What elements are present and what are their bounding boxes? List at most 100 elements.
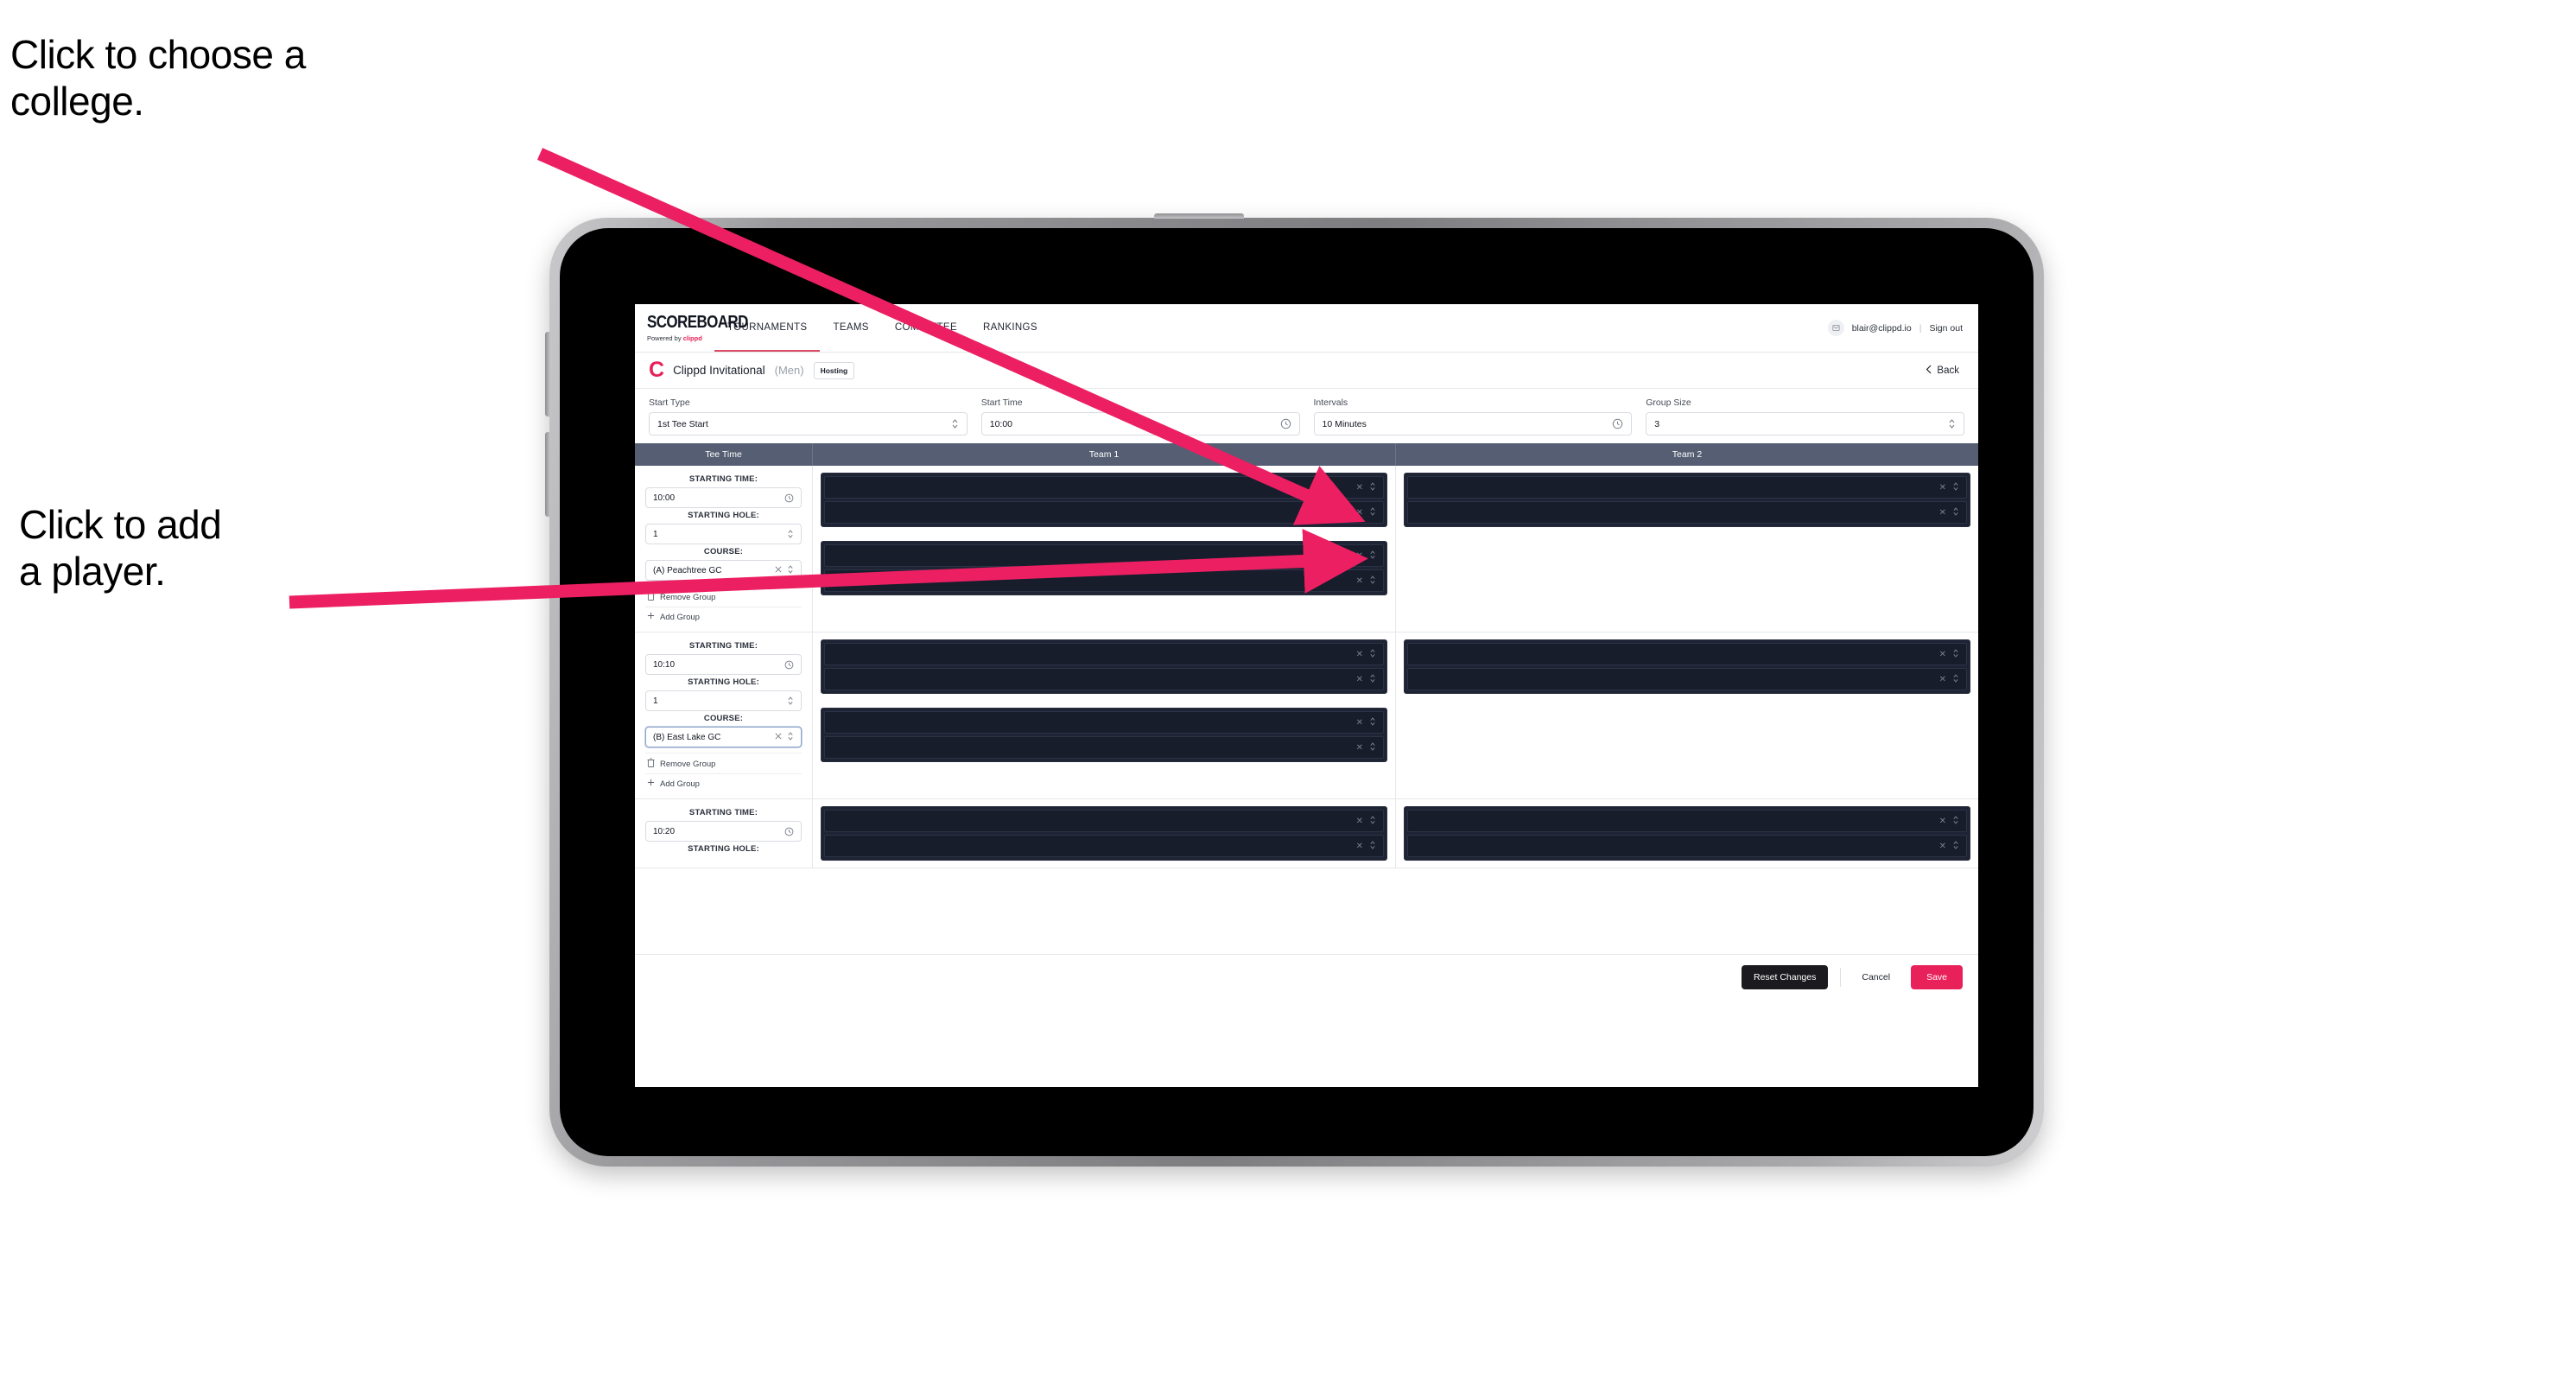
group-size-stepper[interactable]: 3 xyxy=(1646,412,1964,436)
player-select-slot[interactable]: ✕ xyxy=(824,544,1384,567)
close-icon[interactable]: ✕ xyxy=(1356,718,1363,728)
close-icon[interactable]: ✕ xyxy=(1356,743,1363,753)
chevron-updown-icon[interactable] xyxy=(1369,648,1376,661)
annotation-choose-college: Click to choose a college. xyxy=(10,32,306,124)
start-type-select[interactable]: 1st Tee Start xyxy=(649,412,968,436)
chevron-updown-icon[interactable] xyxy=(1369,550,1376,563)
course-select[interactable]: (A) Peachtree GC xyxy=(645,560,802,581)
cancel-button[interactable]: Cancel xyxy=(1853,965,1899,989)
chevron-updown-icon xyxy=(787,564,794,577)
clock-icon xyxy=(784,493,794,503)
player-select-slot[interactable]: ✕ xyxy=(1407,501,1967,524)
add-group-button[interactable]: Add Group xyxy=(645,773,802,792)
control-intervals: Intervals 10 Minutes xyxy=(1313,397,1633,436)
close-icon[interactable]: ✕ xyxy=(1356,842,1363,851)
chevron-updown-icon[interactable] xyxy=(1952,481,1959,494)
player-select-slot[interactable]: ✕ xyxy=(824,835,1384,857)
starting-hole-label: STARTING HOLE: xyxy=(688,511,759,520)
close-icon[interactable]: ✕ xyxy=(1939,842,1946,851)
volume-up-button[interactable] xyxy=(545,332,550,416)
chevron-updown-icon[interactable] xyxy=(1369,673,1376,686)
player-select-slot[interactable]: ✕ xyxy=(824,736,1384,759)
tee-time-cell: STARTING TIME: 10:00 STARTING HOLE: 1 CO… xyxy=(635,466,813,632)
course-select[interactable]: (B) East Lake GC xyxy=(645,727,802,747)
close-icon[interactable]: ✕ xyxy=(1356,576,1363,586)
close-icon[interactable]: ✕ xyxy=(1939,650,1946,659)
nav-tab-committee[interactable]: COMMITTEE xyxy=(882,304,970,352)
player-select-slot[interactable]: ✕ xyxy=(824,711,1384,734)
player-select-slot[interactable]: ✕ xyxy=(824,569,1384,592)
chevron-updown-icon[interactable] xyxy=(1369,840,1376,853)
save-button[interactable]: Save xyxy=(1911,964,1963,989)
close-icon[interactable]: ✕ xyxy=(1356,817,1363,826)
chevron-updown-icon[interactable] xyxy=(1369,741,1376,754)
player-select-slot[interactable]: ✕ xyxy=(1407,668,1967,690)
player-select-slot[interactable]: ✕ xyxy=(1407,835,1967,857)
chevron-updown-icon[interactable] xyxy=(1369,506,1376,519)
tee-sheet-header: Tee Time Team 1 Team 2 xyxy=(635,443,1978,466)
starting-time-input[interactable]: 10:10 xyxy=(645,654,802,675)
close-icon[interactable]: ✕ xyxy=(1356,551,1363,561)
remove-group-button[interactable]: Remove Group xyxy=(645,586,802,607)
chevron-updown-icon[interactable] xyxy=(1369,481,1376,494)
starting-time-value: 10:00 xyxy=(653,493,676,503)
brand-logo[interactable]: SCOREBOARD Powered by clippd xyxy=(635,304,748,352)
tee-sheet-body[interactable]: STARTING TIME: 10:00 STARTING HOLE: 1 CO… xyxy=(635,466,1978,954)
chevron-updown-icon[interactable] xyxy=(1952,506,1959,519)
close-icon[interactable]: ✕ xyxy=(1356,508,1363,518)
nav-tab-rankings[interactable]: RANKINGS xyxy=(970,304,1050,352)
player-select-slot[interactable]: ✕ xyxy=(824,810,1384,832)
back-button[interactable]: Back xyxy=(1926,365,1964,377)
close-icon[interactable]: ✕ xyxy=(1939,675,1946,684)
chevron-updown-icon[interactable] xyxy=(1952,648,1959,661)
player-select-slot[interactable]: ✕ xyxy=(1407,810,1967,832)
player-select-slot[interactable]: ✕ xyxy=(1407,476,1967,499)
clock-icon xyxy=(784,660,794,670)
brand-wordmark: SCOREBOARD xyxy=(647,311,748,332)
close-icon[interactable]: ✕ xyxy=(1356,675,1363,684)
reset-changes-button[interactable]: Reset Changes xyxy=(1741,964,1829,989)
brand-tagline: Powered by clippd xyxy=(647,334,714,342)
player-select-slot[interactable]: ✕ xyxy=(824,501,1384,524)
close-icon[interactable]: ✕ xyxy=(1939,817,1946,826)
close-icon[interactable]: ✕ xyxy=(1356,650,1363,659)
control-group-size-label: Group Size xyxy=(1646,397,1691,408)
nav-tab-teams[interactable]: TEAMS xyxy=(820,304,881,352)
chevron-updown-icon[interactable] xyxy=(1369,575,1376,588)
intervals-input[interactable]: 10 Minutes xyxy=(1313,412,1633,436)
starting-time-input[interactable]: 10:00 xyxy=(645,487,802,508)
player-select-slot[interactable]: ✕ xyxy=(824,643,1384,665)
chevron-updown-icon[interactable] xyxy=(1952,840,1959,853)
add-group-button[interactable]: Add Group xyxy=(645,607,802,626)
tee-time-cell: STARTING TIME: 10:10 STARTING HOLE: 1 CO… xyxy=(635,633,813,798)
close-icon[interactable]: ✕ xyxy=(1939,508,1946,518)
power-button[interactable] xyxy=(1154,213,1244,219)
chevron-updown-icon[interactable] xyxy=(1952,815,1959,828)
starting-time-input[interactable]: 10:20 xyxy=(645,821,802,842)
start-time-input[interactable]: 10:00 xyxy=(980,412,1300,436)
remove-group-label: Remove Group xyxy=(660,592,716,602)
chevron-left-icon xyxy=(1926,365,1932,377)
user-icon[interactable] xyxy=(1827,320,1844,336)
chevron-updown-icon[interactable] xyxy=(1952,673,1959,686)
starting-hole-stepper[interactable]: 1 xyxy=(645,524,802,544)
chevron-updown-icon[interactable] xyxy=(1369,716,1376,729)
close-icon[interactable]: ✕ xyxy=(1939,483,1946,493)
player-select-slot[interactable]: ✕ xyxy=(1407,643,1967,665)
player-group-card: ✕ ✕ xyxy=(821,541,1387,595)
sign-out-link[interactable]: Sign out xyxy=(1929,323,1963,334)
player-select-slot[interactable]: ✕ xyxy=(824,476,1384,499)
starting-hole-stepper[interactable]: 1 xyxy=(645,690,802,711)
close-icon[interactable] xyxy=(775,732,782,742)
start-time-value: 10:00 xyxy=(989,418,1013,429)
starting-time-label: STARTING TIME: xyxy=(688,474,758,484)
course-value: (A) Peachtree GC xyxy=(653,565,722,575)
remove-group-button[interactable]: Remove Group xyxy=(645,753,802,773)
status-badge: Hosting xyxy=(813,361,855,379)
player-select-slot[interactable]: ✕ xyxy=(824,668,1384,690)
clock-icon xyxy=(1612,418,1623,429)
volume-down-button[interactable] xyxy=(545,432,550,517)
close-icon[interactable] xyxy=(775,565,782,575)
close-icon[interactable]: ✕ xyxy=(1356,483,1363,493)
chevron-updown-icon[interactable] xyxy=(1369,815,1376,828)
